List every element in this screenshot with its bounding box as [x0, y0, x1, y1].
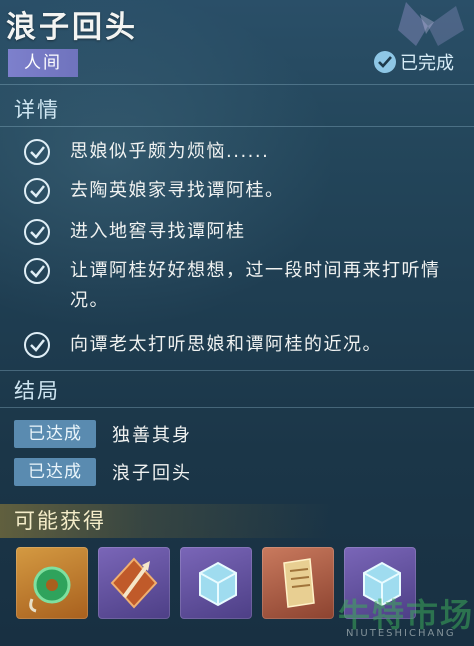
ending-row: 已达成 浪子回头	[14, 458, 192, 486]
divider	[0, 370, 474, 371]
quest-title: 浪子回头	[6, 10, 138, 45]
check-circle-icon	[24, 178, 50, 204]
paper-scroll-icon	[283, 558, 315, 608]
completed-status: 已完成	[374, 49, 454, 75]
step-text: 去陶英娘家寻找谭阿桂。	[70, 180, 285, 201]
divider	[0, 84, 474, 85]
reward-item[interactable]	[16, 547, 88, 619]
butterfly-emblem-icon	[398, 2, 464, 46]
reward-item[interactable]	[98, 547, 170, 619]
check-circle-icon	[374, 51, 396, 73]
completed-label: 已完成	[400, 53, 454, 74]
sword-emblem-icon	[110, 557, 158, 609]
endings-header: 结局	[14, 379, 60, 403]
ending-name: 浪子回头	[112, 463, 192, 484]
achieved-badge: 已达成	[14, 420, 96, 448]
ice-cube-icon	[199, 561, 237, 607]
check-circle-icon	[24, 139, 50, 165]
check-circle-icon	[24, 219, 50, 245]
step-item: 让谭阿桂好好想想，过一段时间再来打听情况。	[22, 256, 450, 316]
achieved-badge: 已达成	[14, 458, 96, 486]
reward-item[interactable]	[180, 547, 252, 619]
divider	[0, 407, 474, 408]
details-header: 详情	[14, 98, 60, 122]
rewards-header: 可能获得	[14, 509, 106, 533]
world-tag: 人间	[8, 49, 78, 77]
step-text: 向谭老太打听思娘和谭阿桂的近况。	[70, 334, 382, 355]
step-item: 向谭老太打听思娘和谭阿桂的近况。	[22, 330, 474, 360]
check-circle-icon	[24, 258, 50, 284]
check-circle-icon	[24, 332, 50, 358]
reward-item[interactable]	[262, 547, 334, 619]
jade-pendant-icon	[29, 566, 71, 613]
divider	[0, 126, 474, 127]
step-text: 进入地窖寻找谭阿桂	[70, 221, 246, 242]
step-text: 思娘似乎颇为烦恼......	[70, 141, 270, 162]
step-item: 去陶英娘家寻找谭阿桂。	[22, 176, 474, 206]
watermark-sub: NIUTESHICHANG	[346, 628, 456, 639]
ending-name: 独善其身	[112, 425, 192, 446]
step-item: 思娘似乎颇为烦恼......	[22, 137, 474, 167]
ending-row: 已达成 独善其身	[14, 420, 192, 448]
step-text: 让谭阿桂好好想想，过一段时间再来打听情况。	[70, 260, 441, 311]
step-item: 进入地窖寻找谭阿桂	[22, 217, 474, 247]
